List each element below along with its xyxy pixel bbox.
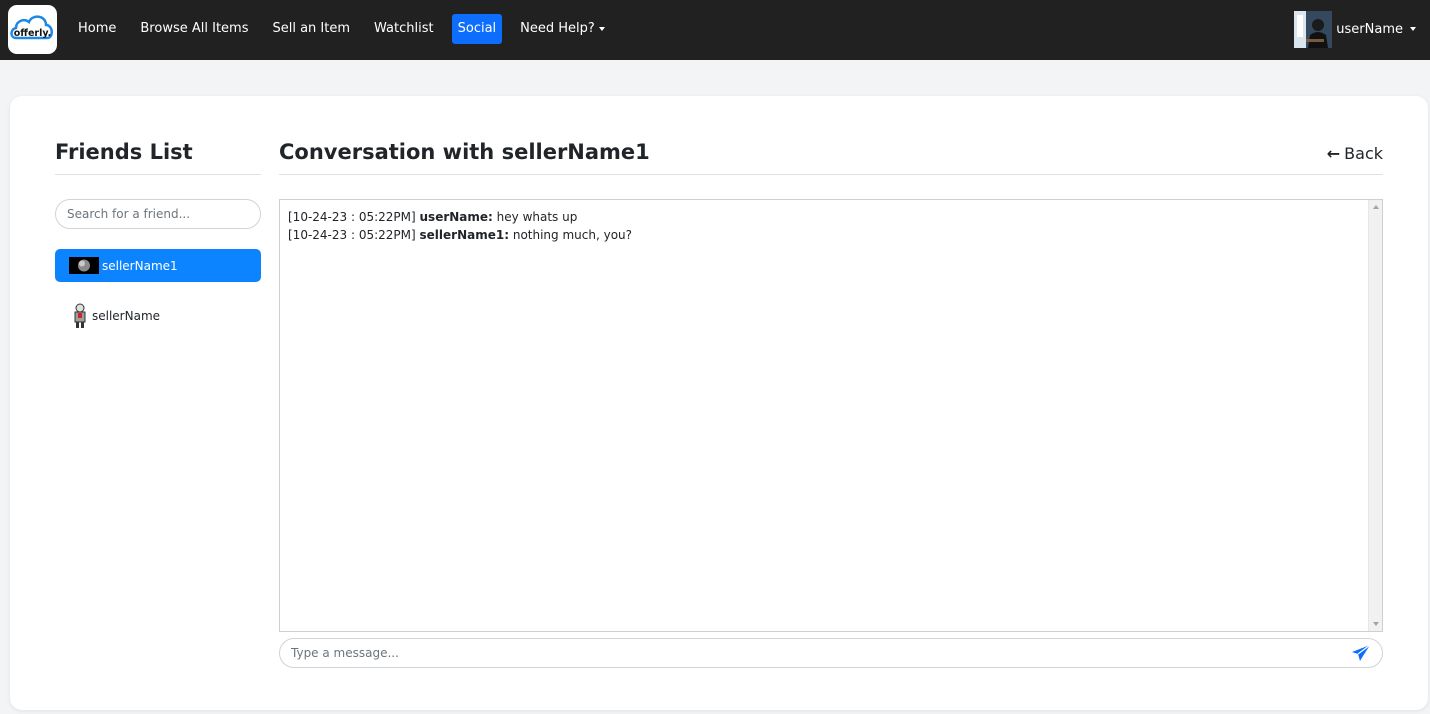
message-sender: userName:: [419, 210, 493, 224]
user-avatar: [1294, 10, 1333, 48]
scroll-up-icon[interactable]: [1373, 205, 1379, 209]
friend-name: sellerName: [92, 308, 161, 323]
social-card: Friends List sellerName1 sellerName Conv…: [10, 96, 1428, 710]
chat-message: [10-24-23 : 05:22PM] sellerName1: nothin…: [288, 226, 1362, 244]
send-button[interactable]: [1350, 643, 1372, 663]
cloud-logo-icon: offerly.: [10, 15, 53, 40]
back-label: Back: [1344, 144, 1383, 163]
nav-sell-an-item[interactable]: Sell an Item: [266, 14, 356, 44]
friend-avatar: [69, 257, 99, 274]
svg-text:offerly.: offerly.: [14, 28, 52, 39]
friend-item-sellername1[interactable]: sellerName1: [55, 249, 261, 282]
message-composer: [279, 638, 1383, 668]
user-menu-dropdown[interactable]: userName: [1294, 10, 1416, 48]
chat-message: [10-24-23 : 05:22PM] userName: hey whats…: [288, 208, 1362, 226]
friend-item-sellername[interactable]: sellerName: [55, 299, 261, 332]
nav-need-help-label: Need Help?: [520, 21, 595, 36]
message-text: nothing much, you?: [512, 228, 633, 242]
friend-name: sellerName1: [102, 258, 178, 273]
nav-need-help-dropdown[interactable]: Need Help?: [514, 14, 611, 44]
nav-browse-all-items[interactable]: Browse All Items: [134, 14, 254, 44]
nav-watchlist[interactable]: Watchlist: [368, 14, 440, 44]
message-timestamp: [10-24-23 : 05:22PM]: [288, 228, 416, 242]
message-sender: sellerName1:: [419, 228, 510, 242]
scroll-down-icon[interactable]: [1373, 622, 1379, 626]
nav-social[interactable]: Social: [451, 14, 503, 44]
conversation-divider: [279, 174, 1383, 175]
chat-history[interactable]: [10-24-23 : 05:22PM] userName: hey whats…: [279, 199, 1383, 632]
back-button[interactable]: ← Back: [1327, 144, 1383, 163]
nav-home[interactable]: Home: [72, 14, 122, 44]
arrow-left-icon: ←: [1326, 144, 1341, 163]
message-timestamp: [10-24-23 : 05:22PM]: [288, 210, 416, 224]
message-input[interactable]: [280, 639, 1340, 667]
offerly-logo[interactable]: offerly.: [8, 5, 57, 54]
main-nav: Home Browse All Items Sell an Item Watch…: [72, 14, 623, 44]
friends-divider: [55, 174, 261, 175]
friends-list-title: Friends List: [55, 140, 193, 164]
paper-plane-icon: [1352, 644, 1371, 661]
conversation-title: Conversation with sellerName1: [279, 140, 650, 164]
friend-avatar: [71, 303, 89, 329]
user-name: userName: [1336, 21, 1403, 37]
caret-down-icon: [598, 26, 605, 31]
message-text: hey whats up: [496, 210, 578, 224]
friend-search-input[interactable]: [55, 199, 261, 229]
chat-scrollbar[interactable]: [1368, 200, 1382, 631]
top-navbar: offerly. Home Browse All Items Sell an I…: [0, 0, 1430, 60]
caret-down-icon: [1410, 27, 1416, 31]
user-avatar-image: [1294, 10, 1333, 48]
chat-messages: [10-24-23 : 05:22PM] userName: hey whats…: [288, 208, 1362, 244]
